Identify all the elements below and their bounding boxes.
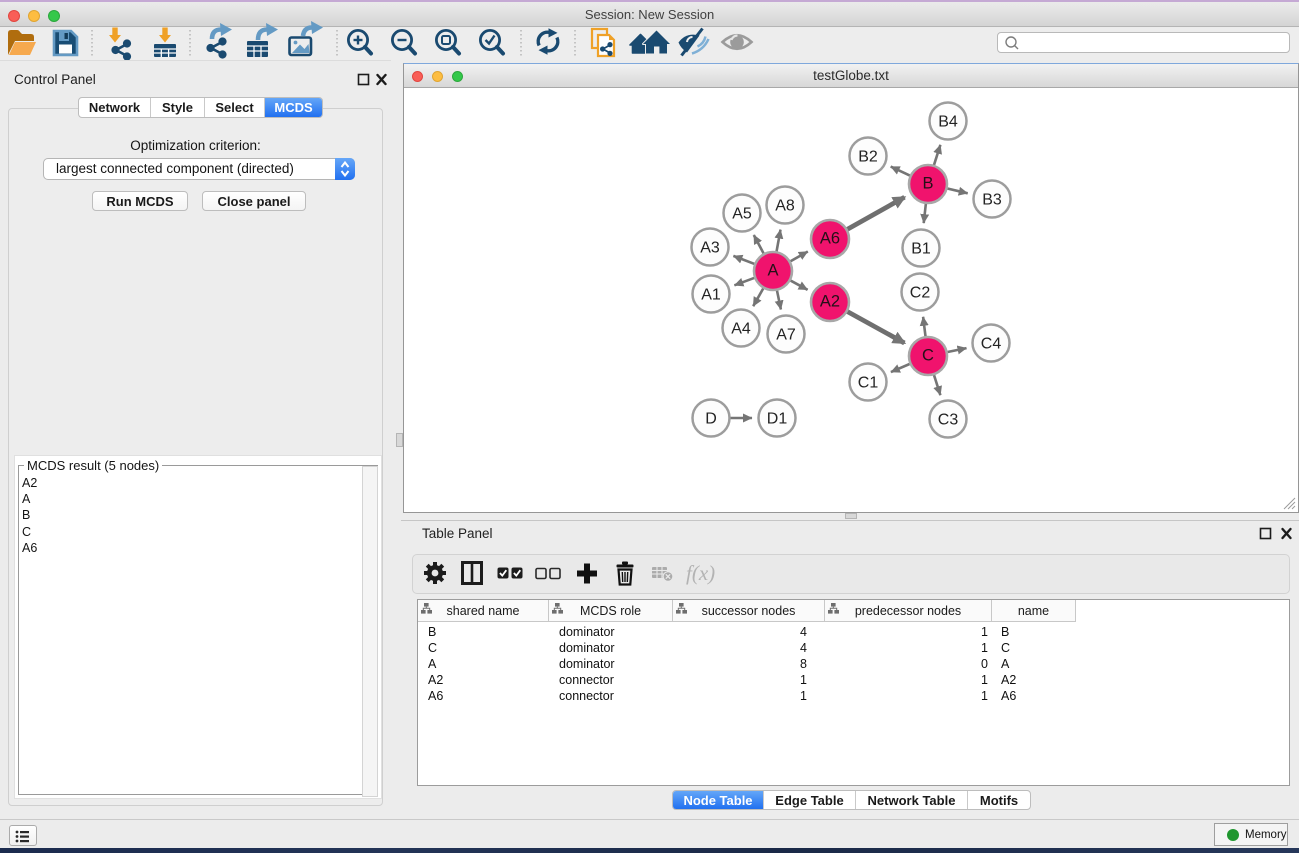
svg-text:f(x): f(x) xyxy=(686,561,715,585)
